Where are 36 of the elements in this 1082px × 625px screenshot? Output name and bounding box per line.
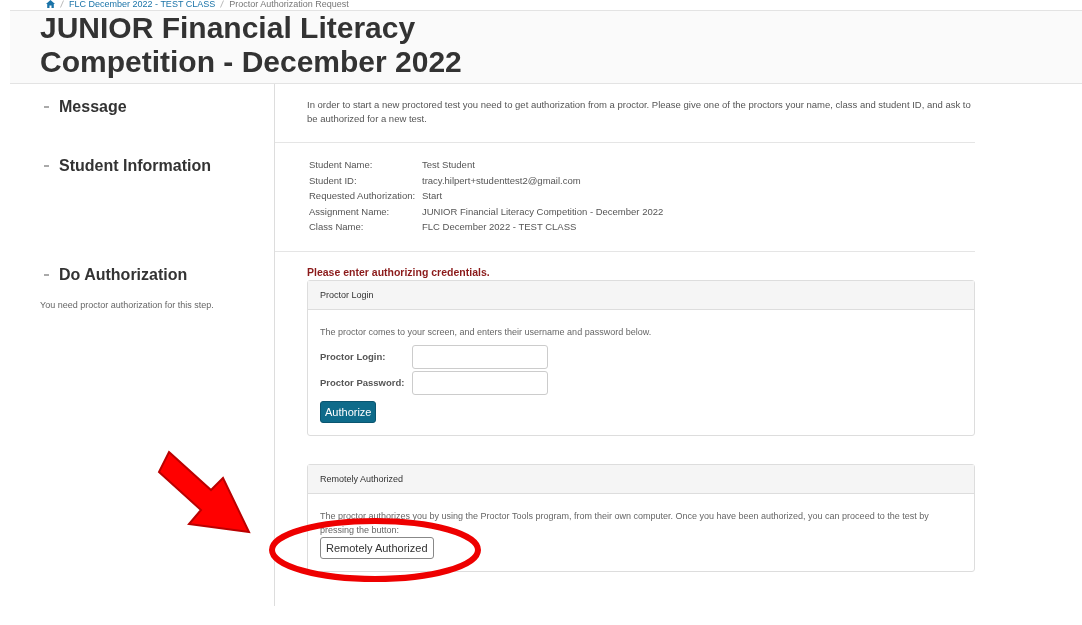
field-label: Student ID: xyxy=(309,173,358,188)
section-title: Message xyxy=(59,98,127,116)
field-value: tracy.hilpert+studenttest2@gmail.com xyxy=(422,173,582,188)
remotely-authorized-button[interactable]: Remotely Authorized xyxy=(320,536,434,559)
field-value: JUNIOR Financial Literacy Competition - December 2022 xyxy=(422,204,665,219)
field-value: Test Student xyxy=(422,158,476,172)
dash-icon xyxy=(44,165,49,167)
section-title: Student Information xyxy=(59,157,211,175)
login-input[interactable] xyxy=(412,344,548,369)
panel-heading: Proctor Login xyxy=(308,280,974,310)
breadcrumb-separator-icon xyxy=(220,0,225,8)
dash-icon xyxy=(44,106,49,108)
home-icon[interactable] xyxy=(46,0,55,8)
field-label: Class Name: xyxy=(309,220,365,234)
pointing-arrow-icon xyxy=(157,449,253,536)
section-note: You need proctor authorization for this step. xyxy=(40,299,215,310)
message-text: In order to start a new proctored test you need to get authorization from a proctor. Please give one of the proctors your name, class and student ID, and ask to be authorized for a new test. xyxy=(307,98,972,126)
field-label: Student Name: xyxy=(309,158,374,172)
password-input[interactable] xyxy=(412,370,548,395)
authorize-button[interactable]: Authorize xyxy=(320,400,377,423)
breadcrumb-separator-icon xyxy=(60,0,64,8)
login-label: Proctor Login: xyxy=(320,351,387,362)
field-label: Assignment Name: xyxy=(309,204,391,219)
dash-icon xyxy=(44,273,49,276)
breadcrumb-item[interactable]: FLC December 2022 - TEST CLASS xyxy=(69,0,216,9)
breadcrumb-item: Proctor Authorization Request xyxy=(229,0,349,9)
field-label: Requested Authorization: xyxy=(309,189,417,203)
panel-text: The proctor comes to your screen, and enters their username and password below. xyxy=(320,325,653,339)
field-value: FLC December 2022 - TEST CLASS xyxy=(422,220,578,234)
panel-text: The proctor authorizes you by using the Proctor Tools program, from their own computer. Once you have been authorized, you can proceed to the test by pressing the button: xyxy=(320,509,930,537)
page-title: JUNIOR Financial Literacy Competition - December 2022 xyxy=(40,11,463,79)
password-label: Proctor Password: xyxy=(320,377,406,388)
field-value: Start xyxy=(422,189,444,203)
panel-heading: Remotely Authorized xyxy=(308,464,974,494)
section-title: Do Authorization xyxy=(59,265,188,284)
error-message: Please enter authorizing credentials. xyxy=(307,265,491,278)
